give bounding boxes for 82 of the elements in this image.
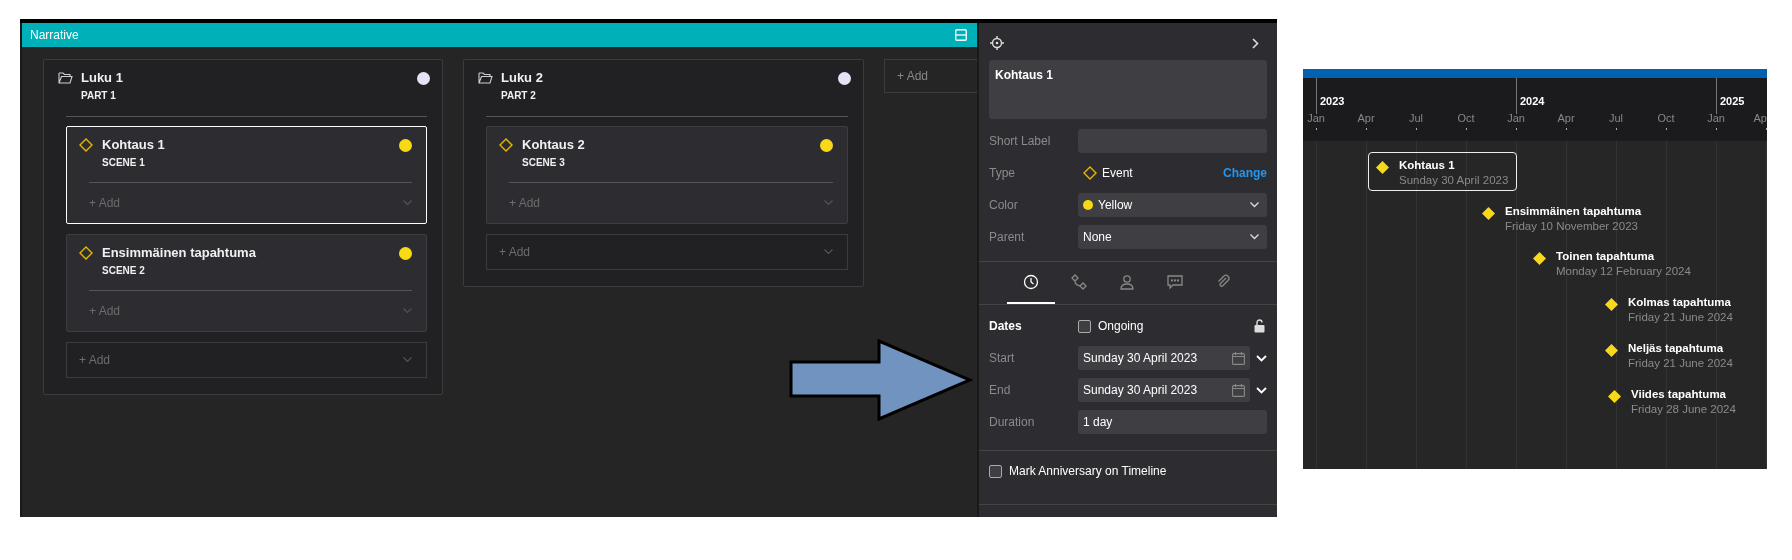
type-value: Event bbox=[1102, 166, 1133, 180]
field-label: Short Label bbox=[989, 134, 1052, 148]
month-label: Jan bbox=[1507, 112, 1525, 124]
diamond-icon bbox=[1608, 390, 1621, 403]
chapter-label: PART 1 bbox=[81, 90, 117, 101]
year-label: 2025 bbox=[1720, 95, 1745, 107]
field-label: Color bbox=[989, 198, 1019, 212]
month-label: Apr bbox=[1557, 112, 1575, 124]
event-date: Friday 10 November 2023 bbox=[1505, 220, 1639, 232]
timeline-event[interactable]: Neljäs tapahtuma Friday 21 June 2024 bbox=[1597, 335, 1742, 374]
calendar-icon[interactable] bbox=[1232, 351, 1245, 365]
diamond-icon bbox=[1083, 166, 1097, 180]
month-label: Jan bbox=[1307, 112, 1325, 124]
padlock-icon[interactable] bbox=[1254, 319, 1265, 333]
checkbox-label: Mark Anniversary on Timeline bbox=[1009, 464, 1167, 478]
panel-title: Narrative bbox=[30, 28, 79, 42]
event-date: Monday 12 February 2024 bbox=[1556, 265, 1691, 277]
scene-label: SCENE 2 bbox=[102, 265, 146, 276]
month-label: Jan bbox=[1707, 112, 1725, 124]
event-date: Friday 21 June 2024 bbox=[1628, 311, 1733, 323]
event-date: Friday 21 June 2024 bbox=[1628, 357, 1733, 369]
color-dropdown[interactable]: Yellow bbox=[1078, 193, 1267, 217]
event-name: Kolmas tapahtuma bbox=[1628, 296, 1732, 308]
event-name: Viides tapahtuma bbox=[1631, 388, 1727, 400]
diamond-icon bbox=[1376, 161, 1389, 174]
title-field[interactable]: Kohtaus 1 bbox=[989, 60, 1267, 119]
year-label: 2024 bbox=[1520, 95, 1545, 107]
chapter-label: PART 2 bbox=[501, 90, 537, 101]
chapter-title: Luku 2 bbox=[501, 70, 544, 85]
event-name: Kohtaus 1 bbox=[1399, 159, 1456, 171]
timeline-event[interactable]: Toinen tapahtuma Monday 12 February 2024 bbox=[1525, 243, 1700, 282]
chevron-right-icon[interactable] bbox=[1252, 37, 1259, 49]
timeline-event[interactable]: Kohtaus 1 Sunday 30 April 2023 bbox=[1368, 152, 1518, 191]
month-label: Apr bbox=[1357, 112, 1375, 124]
diamond-icon bbox=[1605, 298, 1618, 311]
event-name: Toinen tapahtuma bbox=[1556, 250, 1656, 262]
checkbox[interactable] bbox=[1078, 319, 1091, 333]
parent-dropdown[interactable]: None bbox=[1078, 225, 1267, 249]
target-icon[interactable] bbox=[990, 36, 1004, 50]
checkbox-label: Ongoing bbox=[1098, 319, 1144, 333]
month-label: Jul bbox=[1408, 112, 1424, 124]
event-date: Sunday 30 April 2023 bbox=[1399, 174, 1509, 186]
duration-field[interactable]: 1 day bbox=[1078, 410, 1267, 434]
diamond-icon bbox=[1533, 252, 1546, 265]
calendar-icon[interactable] bbox=[1232, 383, 1245, 397]
field-label: Duration bbox=[989, 415, 1036, 429]
month-label: Oct bbox=[1657, 112, 1675, 124]
diamond-icon bbox=[1482, 207, 1495, 220]
month-label: Ap bbox=[1753, 112, 1767, 124]
chevron-down-icon bbox=[1250, 202, 1259, 208]
diamond-icon bbox=[1605, 344, 1618, 357]
scene-title: Kohtaus 2 bbox=[522, 137, 586, 152]
diamond-icon bbox=[79, 246, 93, 260]
event-name: Neljäs tapahtuma bbox=[1628, 342, 1725, 354]
chapter-title: Luku 1 bbox=[81, 70, 124, 85]
scene-label: SCENE 1 bbox=[102, 157, 146, 168]
timeline-event[interactable]: Ensimmäinen tapahtuma Friday 10 November 2023 bbox=[1474, 198, 1651, 237]
event-name: Ensimmäinen tapahtuma bbox=[1505, 205, 1642, 217]
field-label: Parent bbox=[989, 230, 1026, 244]
chevron-down-icon bbox=[1250, 234, 1259, 240]
timeline-event[interactable]: Kolmas tapahtuma Friday 21 June 2024 bbox=[1597, 289, 1742, 328]
timeline-event[interactable]: Viides tapahtuma Friday 28 June 2024 bbox=[1600, 381, 1745, 420]
change-link[interactable]: Change bbox=[1223, 166, 1267, 180]
field-label: Type bbox=[989, 166, 1016, 180]
scene-title: Kohtaus 1 bbox=[102, 137, 166, 152]
scene-label: SCENE 3 bbox=[522, 157, 566, 168]
month-label: Oct bbox=[1457, 112, 1475, 124]
field-label: Start bbox=[989, 351, 1016, 365]
field-label: End bbox=[989, 383, 1012, 397]
month-label: Jul bbox=[1608, 112, 1624, 124]
year-label: 2023 bbox=[1320, 95, 1345, 107]
diamond-icon bbox=[79, 138, 93, 152]
split-view-icon[interactable] bbox=[955, 29, 967, 41]
folder-icon bbox=[478, 72, 493, 84]
date-field[interactable]: Sunday 30 April 2023 bbox=[1078, 346, 1250, 370]
checkbox[interactable] bbox=[989, 464, 1002, 478]
scene-title: Ensimmäinen tapahtuma bbox=[102, 245, 257, 260]
event-date: Friday 28 June 2024 bbox=[1631, 403, 1736, 415]
section-label: Dates bbox=[989, 319, 1023, 333]
folder-icon bbox=[58, 72, 73, 84]
date-field[interactable]: Sunday 30 April 2023 bbox=[1078, 378, 1250, 402]
diamond-icon bbox=[499, 138, 513, 152]
